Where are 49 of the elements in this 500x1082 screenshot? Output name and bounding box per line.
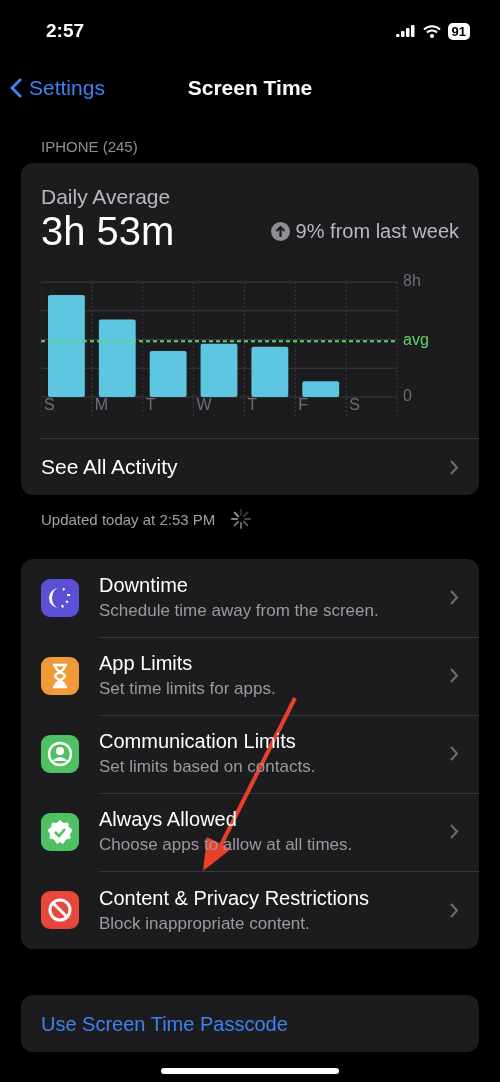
status-time: 2:57 [46,20,85,42]
row-subtitle: Schedule time away from the screen. [99,601,380,621]
chevron-icon [449,901,459,919]
arrow-up-icon [270,222,290,241]
row-title: Content & Privacy Restrictions [99,886,371,910]
section-header: IPHONE (245) [41,138,139,155]
axis-label: 0 [403,387,412,405]
row-title: App Limits [99,652,194,675]
wifi-icon [422,24,441,38]
spinner-icon [229,507,254,531]
updated-text: Updated today at 2:53 PM [41,510,216,528]
settings-row[interactable]: Content & Privacy Restrictions Block inappropriate content. [21,871,479,949]
chart-bar [302,381,340,397]
back-button[interactable]: Settings [10,76,105,100]
axis-label: M [94,396,109,413]
row-title: Downtime [99,574,189,597]
axis-label: S [349,396,360,413]
chart-bar [200,343,238,397]
axis-label: 8h [403,272,421,290]
axis-label: F [298,396,309,413]
see-all-activity-link[interactable]: See All Activity [41,438,479,495]
page-title: Screen Time [187,76,313,100]
axis-label: T [145,396,156,413]
chevron-icon [449,589,459,606]
average-label: avg [403,331,429,349]
axis-label: S [44,396,55,413]
chevron-icon [449,745,459,762]
settings-row[interactable]: App Limits Set time limits for apps. [21,637,479,715]
back-chevron-icon [10,77,23,99]
person-circle-icon [47,741,73,767]
passcode-link[interactable]: Use Screen Time Passcode [21,995,479,1052]
chart-bar [149,351,187,397]
chart-bar [251,346,289,397]
daily-average: 3h 53m [41,209,175,254]
chevron-icon [449,823,459,840]
trend-text: 9% from last week [295,220,459,243]
battery-level: 91 [447,22,470,40]
signal-icon [395,25,416,37]
axis-label: T [247,396,258,413]
axis-label: W [196,396,212,413]
row-subtitle: Block inappropriate content. [99,913,311,934]
settings-row[interactable]: Downtime Schedule time away from the screen. [21,559,479,637]
row-subtitle: Set time limits for apps. [99,679,277,699]
summary-label: Daily Average [41,185,171,208]
chevron-icon [449,458,459,476]
no-entry-icon [47,897,73,923]
hourglass-icon [50,663,70,689]
chevron-icon [449,667,459,684]
moon-clock-icon [48,586,72,610]
